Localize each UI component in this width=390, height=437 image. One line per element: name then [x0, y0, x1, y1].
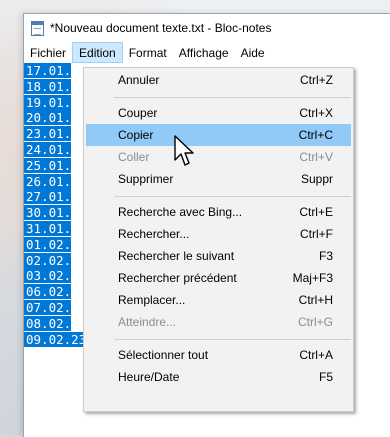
menu-item-couper[interactable]: Couper Ctrl+X: [86, 102, 351, 124]
menu-item-coller: Coller Ctrl+V: [86, 146, 351, 168]
menu-item-shortcut: Ctrl+X: [299, 106, 333, 120]
menu-item-shortcut: Ctrl+H: [298, 293, 333, 307]
editor-line: 07.02.: [24, 300, 72, 315]
menu-item-label: Recherche avec Bing...: [118, 205, 243, 219]
editor-line: 17.01.: [24, 63, 72, 78]
menu-item-atteindre: Atteindre... Ctrl+G: [86, 311, 351, 333]
menu-item-recherche-avec-bing[interactable]: Recherche avec Bing... Ctrl+E: [86, 201, 351, 223]
menu-item-shortcut: Ctrl+C: [298, 128, 333, 142]
menu-item-shortcut: Maj+F3: [292, 271, 333, 285]
editor-line: 24.01.: [24, 142, 72, 157]
window-title: *Nouveau document texte.txt - Bloc-notes: [50, 21, 272, 35]
menu-item-label: Atteindre...: [118, 315, 177, 329]
menu-format[interactable]: Format: [123, 42, 173, 63]
editor-line: 23.01.: [24, 126, 72, 142]
menu-item-shortcut: Ctrl+G: [297, 315, 333, 329]
menu-separator: [114, 339, 351, 340]
menu-item-label: Rechercher...: [118, 227, 190, 241]
menu-item-label: Rechercher le suivant: [118, 249, 235, 263]
menu-edition[interactable]: Edition: [72, 42, 123, 63]
menu-bar: Fichier Edition Format Affichage Aide: [24, 42, 390, 63]
mouse-cursor-icon: [174, 135, 194, 166]
editor-line: 06.02.: [24, 284, 72, 300]
editor-line: 01.02.: [24, 236, 72, 252]
notepad-icon: [31, 20, 44, 36]
title-bar: *Nouveau document texte.txt - Bloc-notes: [24, 14, 390, 42]
menu-item-label: Couper: [118, 106, 158, 120]
menu-item-copier[interactable]: Copier Ctrl+C: [86, 124, 351, 146]
editor-line: 20.01.: [24, 110, 72, 126]
menu-item-shortcut: F3: [318, 249, 333, 263]
menu-item-supprimer[interactable]: Supprimer Suppr: [86, 168, 351, 190]
menu-item-shortcut: Ctrl+Z: [300, 73, 333, 87]
menu-item-label: Heure/Date: [118, 370, 180, 384]
editor-line: 03.02.: [24, 268, 72, 284]
menu-item-remplacer[interactable]: Remplacer... Ctrl+H: [86, 289, 351, 311]
editor-line: 26.01.: [24, 173, 72, 189]
menu-separator: [114, 196, 351, 197]
editor-line: 27.01.: [24, 189, 72, 205]
menu-item-label: Rechercher précédent: [118, 271, 237, 285]
menu-item-shortcut: Suppr: [300, 172, 333, 186]
menu-aide[interactable]: Aide: [235, 42, 271, 63]
editor-line: 02.02.: [24, 252, 72, 268]
menu-item-annuler[interactable]: Annuler Ctrl+Z: [86, 69, 351, 91]
menu-item-rechercher-précédent[interactable]: Rechercher précédent Maj+F3: [86, 267, 351, 289]
menu-item-label: Copier: [118, 128, 154, 142]
editor-line: 25.01.: [24, 157, 72, 173]
menu-item-label: Annuler: [118, 73, 160, 87]
editor-line: 19.01.: [24, 94, 72, 110]
editor-line: 31.01.: [24, 221, 72, 236]
edition-dropdown-menu: Annuler Ctrl+Z Couper Ctrl+X Copier Ctrl+C Col…: [83, 67, 354, 412]
menu-separator: [114, 97, 351, 98]
menu-item-shortcut: Ctrl+V: [299, 150, 333, 164]
menu-item-label: Sélectionner tout: [118, 348, 209, 362]
menu-item-shortcut: Ctrl+A: [299, 348, 333, 362]
menu-item-label: Remplacer...: [118, 293, 186, 307]
menu-item-shortcut: Ctrl+E: [299, 205, 333, 219]
menu-fichier[interactable]: Fichier: [24, 42, 72, 63]
menu-item-label: Supprimer: [118, 172, 174, 186]
menu-item-shortcut: F5: [318, 370, 333, 384]
menu-item-sélectionner-tout[interactable]: Sélectionner tout Ctrl+A: [86, 344, 351, 366]
menu-item-label: Coller: [118, 150, 150, 164]
menu-item-rechercher[interactable]: Rechercher... Ctrl+F: [86, 223, 351, 245]
editor-line: 30.01.: [24, 205, 72, 221]
editor-line: 18.01.: [24, 78, 72, 94]
editor-line: 08.02.: [24, 315, 72, 331]
menu-item-rechercher-le-suivant[interactable]: Rechercher le suivant F3: [86, 245, 351, 267]
menu-item-shortcut: Ctrl+F: [300, 227, 333, 241]
menu-affichage[interactable]: Affichage: [173, 42, 235, 63]
menu-item-heure-date[interactable]: Heure/Date F5: [86, 366, 351, 388]
